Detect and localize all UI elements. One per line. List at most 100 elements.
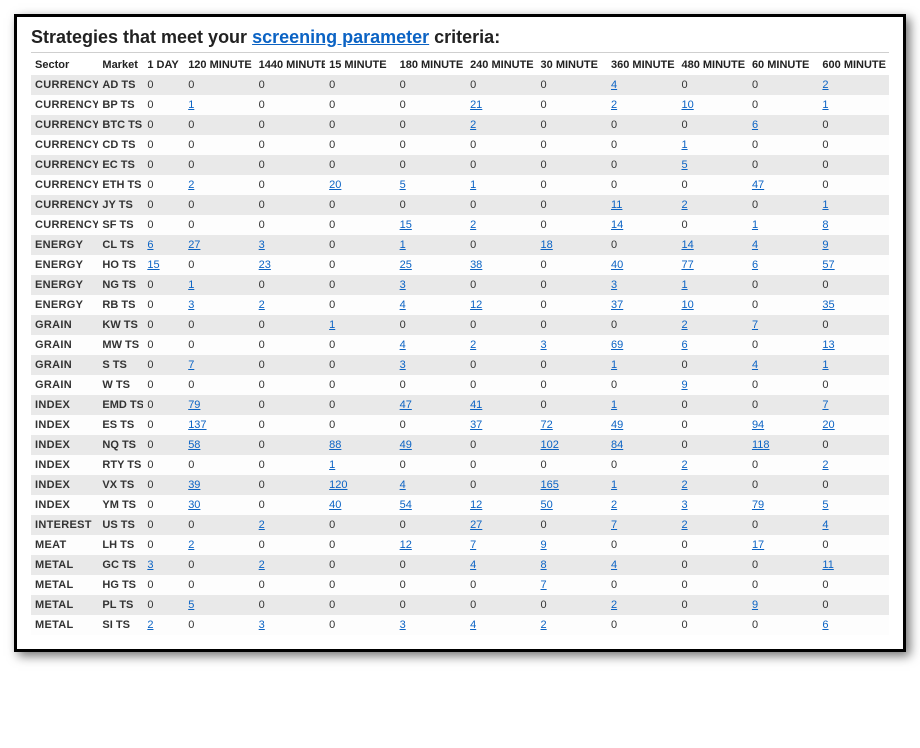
count-link[interactable]: 7 bbox=[541, 579, 547, 591]
count-link[interactable]: 1 bbox=[681, 139, 687, 151]
count-link[interactable]: 2 bbox=[470, 339, 476, 351]
count-link[interactable]: 137 bbox=[188, 419, 206, 431]
count-link[interactable]: 8 bbox=[822, 219, 828, 231]
count-link[interactable]: 6 bbox=[822, 619, 828, 631]
count-link[interactable]: 9 bbox=[822, 239, 828, 251]
count-link[interactable]: 5 bbox=[188, 599, 194, 611]
count-link[interactable]: 3 bbox=[681, 499, 687, 511]
count-link[interactable]: 12 bbox=[470, 299, 482, 311]
count-link[interactable]: 4 bbox=[822, 519, 828, 531]
count-link[interactable]: 11 bbox=[611, 199, 622, 211]
count-link[interactable]: 2 bbox=[611, 499, 617, 511]
count-link[interactable]: 6 bbox=[752, 259, 758, 271]
count-link[interactable]: 4 bbox=[470, 559, 476, 571]
count-link[interactable]: 118 bbox=[752, 439, 770, 451]
count-link[interactable]: 2 bbox=[147, 619, 153, 631]
count-link[interactable]: 1 bbox=[188, 279, 194, 291]
count-link[interactable]: 5 bbox=[681, 159, 687, 171]
count-link[interactable]: 37 bbox=[470, 419, 482, 431]
count-link[interactable]: 2 bbox=[188, 539, 194, 551]
count-link[interactable]: 6 bbox=[752, 119, 758, 131]
count-link[interactable]: 9 bbox=[541, 539, 547, 551]
count-link[interactable]: 2 bbox=[188, 179, 194, 191]
count-link[interactable]: 2 bbox=[470, 119, 476, 131]
count-link[interactable]: 7 bbox=[470, 539, 476, 551]
count-link[interactable]: 3 bbox=[188, 299, 194, 311]
count-link[interactable]: 69 bbox=[611, 339, 623, 351]
count-link[interactable]: 1 bbox=[329, 319, 335, 331]
count-link[interactable]: 10 bbox=[681, 99, 693, 111]
count-link[interactable]: 4 bbox=[400, 299, 406, 311]
count-link[interactable]: 8 bbox=[541, 559, 547, 571]
count-link[interactable]: 2 bbox=[681, 319, 687, 331]
count-link[interactable]: 1 bbox=[681, 279, 687, 291]
count-link[interactable]: 2 bbox=[822, 459, 828, 471]
count-link[interactable]: 11 bbox=[822, 559, 833, 571]
count-link[interactable]: 18 bbox=[541, 239, 553, 251]
count-link[interactable]: 77 bbox=[681, 259, 693, 271]
count-link[interactable]: 58 bbox=[188, 439, 200, 451]
count-link[interactable]: 30 bbox=[188, 499, 200, 511]
count-link[interactable]: 79 bbox=[752, 499, 764, 511]
count-link[interactable]: 39 bbox=[188, 479, 200, 491]
count-link[interactable]: 1 bbox=[400, 239, 406, 251]
count-link[interactable]: 49 bbox=[400, 439, 412, 451]
count-link[interactable]: 47 bbox=[752, 179, 764, 191]
count-link[interactable]: 2 bbox=[681, 459, 687, 471]
count-link[interactable]: 21 bbox=[470, 99, 482, 111]
count-link[interactable]: 1 bbox=[329, 459, 335, 471]
count-link[interactable]: 4 bbox=[611, 559, 617, 571]
count-link[interactable]: 88 bbox=[329, 439, 341, 451]
count-link[interactable]: 102 bbox=[541, 439, 559, 451]
count-link[interactable]: 2 bbox=[681, 199, 687, 211]
count-link[interactable]: 2 bbox=[822, 79, 828, 91]
count-link[interactable]: 41 bbox=[470, 399, 482, 411]
count-link[interactable]: 4 bbox=[752, 359, 758, 371]
count-link[interactable]: 25 bbox=[400, 259, 412, 271]
count-link[interactable]: 27 bbox=[470, 519, 482, 531]
count-link[interactable]: 4 bbox=[752, 239, 758, 251]
count-link[interactable]: 4 bbox=[400, 339, 406, 351]
count-link[interactable]: 4 bbox=[611, 79, 617, 91]
count-link[interactable]: 3 bbox=[400, 619, 406, 631]
count-link[interactable]: 15 bbox=[400, 219, 412, 231]
count-link[interactable]: 7 bbox=[822, 399, 828, 411]
count-link[interactable]: 12 bbox=[470, 499, 482, 511]
count-link[interactable]: 2 bbox=[611, 99, 617, 111]
count-link[interactable]: 1 bbox=[611, 479, 617, 491]
count-link[interactable]: 10 bbox=[681, 299, 693, 311]
count-link[interactable]: 165 bbox=[541, 479, 559, 491]
count-link[interactable]: 3 bbox=[259, 619, 265, 631]
count-link[interactable]: 79 bbox=[188, 399, 200, 411]
count-link[interactable]: 35 bbox=[822, 299, 834, 311]
count-link[interactable]: 84 bbox=[611, 439, 623, 451]
count-link[interactable]: 20 bbox=[822, 419, 834, 431]
count-link[interactable]: 4 bbox=[470, 619, 476, 631]
count-link[interactable]: 4 bbox=[400, 479, 406, 491]
count-link[interactable]: 15 bbox=[147, 259, 159, 271]
count-link[interactable]: 9 bbox=[752, 599, 758, 611]
count-link[interactable]: 72 bbox=[541, 419, 553, 431]
count-link[interactable]: 38 bbox=[470, 259, 482, 271]
count-link[interactable]: 5 bbox=[822, 499, 828, 511]
count-link[interactable]: 3 bbox=[611, 279, 617, 291]
count-link[interactable]: 3 bbox=[147, 559, 153, 571]
count-link[interactable]: 17 bbox=[752, 539, 764, 551]
count-link[interactable]: 2 bbox=[259, 299, 265, 311]
count-link[interactable]: 57 bbox=[822, 259, 834, 271]
count-link[interactable]: 3 bbox=[400, 359, 406, 371]
count-link[interactable]: 2 bbox=[259, 519, 265, 531]
count-link[interactable]: 2 bbox=[611, 599, 617, 611]
count-link[interactable]: 23 bbox=[259, 259, 271, 271]
count-link[interactable]: 1 bbox=[822, 199, 828, 211]
count-link[interactable]: 3 bbox=[400, 279, 406, 291]
count-link[interactable]: 13 bbox=[822, 339, 834, 351]
count-link[interactable]: 120 bbox=[329, 479, 347, 491]
count-link[interactable]: 9 bbox=[681, 379, 687, 391]
count-link[interactable]: 2 bbox=[681, 479, 687, 491]
count-link[interactable]: 2 bbox=[470, 219, 476, 231]
count-link[interactable]: 12 bbox=[400, 539, 412, 551]
screening-parameter-link[interactable]: screening parameter bbox=[252, 27, 429, 47]
count-link[interactable]: 2 bbox=[541, 619, 547, 631]
count-link[interactable]: 3 bbox=[259, 239, 265, 251]
